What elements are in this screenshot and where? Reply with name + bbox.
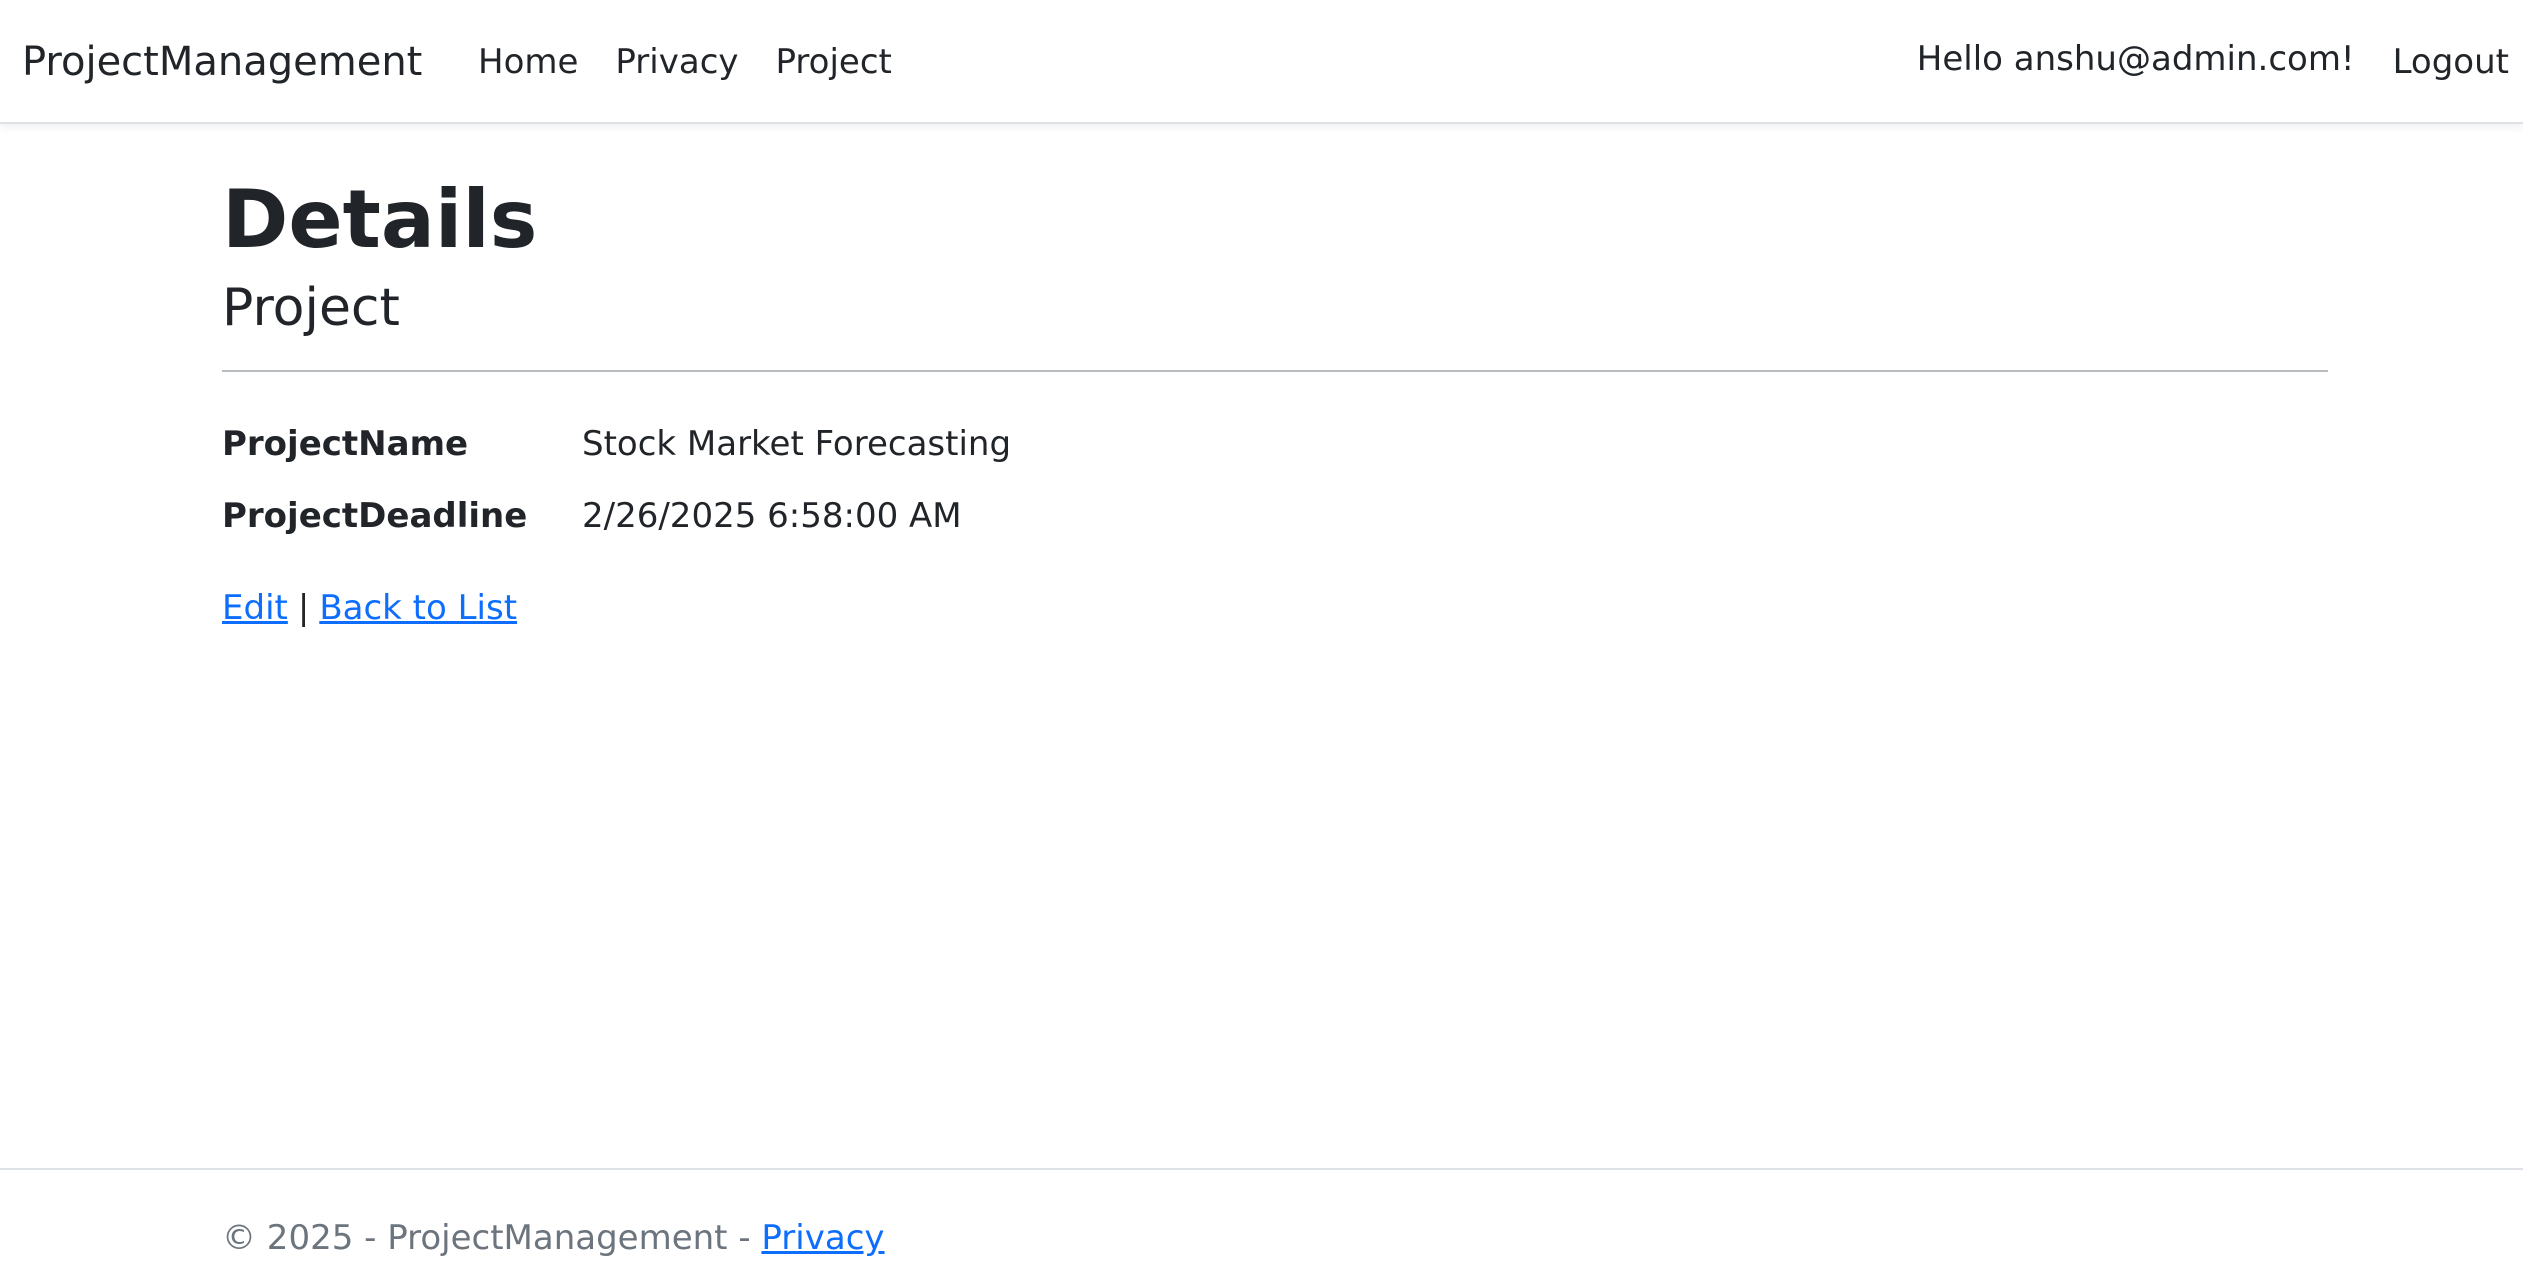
link-separator: | [297,588,310,628]
main-content: Details Project ProjectName Stock Market… [222,124,2328,628]
detail-row-project-name: ProjectName Stock Market Forecasting [222,408,2328,480]
brand-link[interactable]: ProjectManagement [22,0,422,124]
nav-links: Home Privacy Project [478,0,929,124]
top-navbar: ProjectManagement Home Privacy Project H… [0,0,2523,124]
field-label: ProjectDeadline [222,496,528,536]
logout-button[interactable]: Logout [2393,42,2509,82]
nav-link-privacy[interactable]: Privacy [615,42,738,82]
footer-text: © 2025 - ProjectManagement - Privacy [222,1218,885,1258]
user-greeting[interactable]: Hello anshu@admin.com! [1917,39,2355,79]
details-list: ProjectName Stock Market Forecasting Pro… [222,408,2328,552]
actions: Edit | Back to List [222,588,2328,628]
copyright-text: © 2025 - ProjectManagement - [222,1218,762,1258]
page-title: Details [222,173,538,266]
footer: © 2025 - ProjectManagement - Privacy [0,1168,2523,1276]
divider [222,370,2328,372]
nav-user-area: Hello anshu@admin.com! Logout [1917,0,2509,124]
field-value: 2/26/2025 6:58:00 AM [582,496,962,536]
details-section: Project ProjectName Stock Market Forecas… [222,276,2328,552]
nav-link-home[interactable]: Home [478,42,578,82]
entity-subtitle: Project [222,278,400,338]
nav-link-project[interactable]: Project [776,42,892,82]
edit-link[interactable]: Edit [222,588,288,628]
field-value: Stock Market Forecasting [582,424,1012,464]
footer-privacy-link[interactable]: Privacy [761,1218,884,1258]
field-label: ProjectName [222,424,469,464]
detail-row-project-deadline: ProjectDeadline 2/26/2025 6:58:00 AM [222,480,2328,552]
back-to-list-link[interactable]: Back to List [319,588,517,628]
